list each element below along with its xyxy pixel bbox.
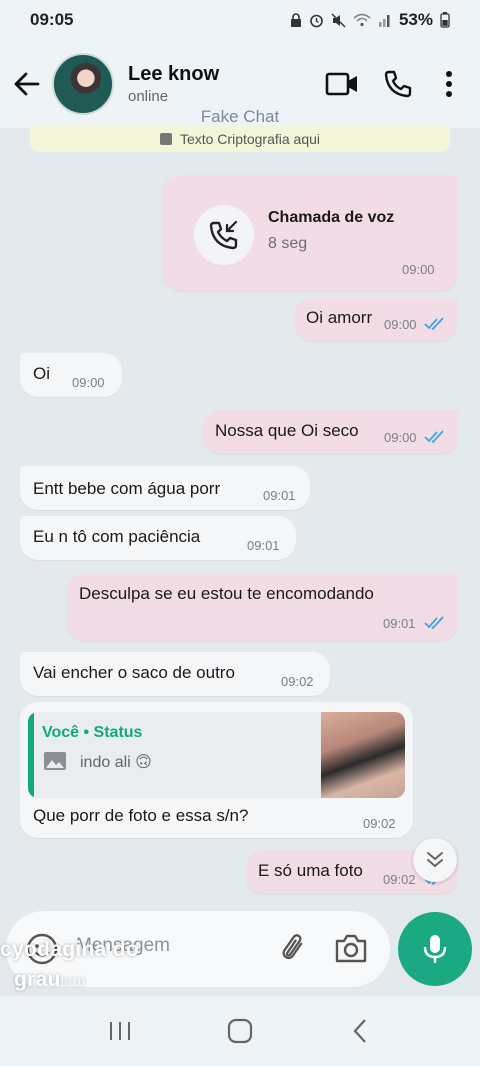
incoming-message[interactable]: Vai encher o saco de outro 09:02	[20, 652, 330, 696]
quoted-status[interactable]: Você • Status indo ali 🙃	[28, 712, 405, 798]
encryption-text: Texto Criptografia aqui	[179, 131, 321, 147]
incoming-message[interactable]: Oi 09:00	[20, 353, 122, 397]
battery-percent: 53%	[398, 10, 433, 29]
home-icon	[227, 1018, 253, 1044]
recents-icon	[110, 1022, 130, 1040]
attach-button[interactable]	[276, 931, 312, 967]
message-time: 09:02	[363, 816, 396, 831]
lock-icon	[290, 13, 301, 27]
message-time: 09:00	[72, 375, 105, 390]
quote-bar	[28, 712, 34, 798]
scroll-to-bottom-button[interactable]	[413, 838, 457, 882]
incoming-message[interactable]: Entt bebe com água porr 09:01	[20, 466, 310, 510]
message-text: Que porr de foto e essa s/n?	[33, 806, 249, 825]
outgoing-message[interactable]: Desculpa se eu estou te encomodando 09:0…	[67, 573, 458, 641]
message-time: 09:00	[384, 317, 417, 332]
message-time: 09:02	[281, 674, 314, 689]
message-text: Oi amorr	[306, 308, 373, 327]
phone-icon	[384, 70, 412, 98]
outgoing-message[interactable]: Nossa que Oi seco 09:00	[203, 410, 458, 454]
paperclip-icon	[282, 934, 303, 960]
incoming-message[interactable]: Eu n tô com paciência 09:01	[20, 516, 296, 560]
chevron-left-icon	[353, 1019, 366, 1043]
message-time: 09:02	[383, 872, 416, 887]
message-text: Entt bebe com água porr	[33, 479, 221, 498]
overlay-line-2: grau8/10	[0, 965, 139, 997]
image-icon	[44, 752, 66, 770]
message-text: Oi	[33, 364, 50, 383]
back-button[interactable]	[2, 59, 52, 109]
contact-info[interactable]: Lee know online	[128, 63, 314, 105]
signal-icon	[378, 15, 390, 27]
fake-chat-watermark: Fake Chat	[200, 107, 280, 126]
message-text: Eu n tô com paciência	[33, 527, 201, 546]
arrow-left-icon	[14, 72, 40, 96]
microphone-icon	[423, 935, 447, 963]
contact-name: Lee know	[128, 63, 220, 85]
call-icon-badge	[194, 205, 254, 265]
message-time: 09:01	[247, 538, 280, 553]
message-time: 09:00	[384, 430, 417, 445]
home-button[interactable]	[215, 1006, 265, 1056]
contact-status: online	[128, 88, 169, 105]
status-photo-thumbnail	[321, 712, 405, 798]
message-time: 09:00	[402, 262, 435, 277]
overlay-line-2-suffix: 8/10	[60, 975, 86, 989]
call-duration: 8 seg	[268, 235, 308, 252]
message-text: E só uma foto	[258, 861, 363, 880]
message-text: Vai encher o saco de outro	[33, 663, 235, 682]
call-title: Chamada de voz	[268, 209, 395, 226]
more-vertical-icon	[446, 71, 452, 97]
overlay-line-2-text: grau	[14, 968, 61, 991]
read-ticks-icon	[424, 317, 444, 331]
system-nav-bar	[0, 996, 480, 1066]
avatar[interactable]	[52, 53, 114, 115]
wifi-icon	[353, 13, 371, 27]
camera-button[interactable]	[332, 931, 370, 967]
status-bar: 09:05 53%	[0, 0, 480, 40]
quote-author: Você • Status	[42, 724, 143, 741]
recents-button[interactable]	[95, 1006, 145, 1056]
incoming-call-icon	[209, 220, 238, 250]
outgoing-message[interactable]: Oi amorr 09:00	[294, 297, 458, 341]
camera-icon	[335, 934, 367, 963]
quote-text: indo ali 🙃	[80, 754, 152, 771]
status-time: 09:05	[30, 10, 74, 29]
mute-icon	[331, 12, 346, 28]
voice-call-message[interactable]: Chamada de voz 8 seg 09:00	[162, 175, 458, 291]
read-ticks-icon	[424, 616, 444, 630]
voice-record-button[interactable]	[398, 912, 472, 986]
lock-icon	[159, 133, 172, 145]
message-text: Nossa que Oi seco	[215, 421, 359, 440]
double-chevron-down-icon	[427, 852, 443, 868]
message-time: 09:01	[383, 616, 416, 631]
video-call-button[interactable]	[314, 56, 370, 112]
message-text: Desculpa se eu estou te encomodando	[79, 584, 374, 603]
status-icons: 53%	[290, 10, 450, 30]
message-time: 09:01	[263, 488, 296, 503]
video-camera-icon	[325, 72, 357, 96]
more-options-button[interactable]	[426, 56, 472, 112]
voice-call-button[interactable]	[370, 56, 426, 112]
alarm-icon	[310, 14, 323, 27]
battery-icon	[440, 12, 450, 28]
encryption-note: Texto Criptografia aqui	[30, 126, 450, 152]
incoming-reply-message[interactable]: Você • Status indo ali 🙃 Que porr de fot…	[20, 702, 413, 838]
overlay-caption: cyodagina do grau8/10	[0, 935, 139, 997]
overlay-line-1: cyodagina do	[0, 938, 139, 961]
read-ticks-icon	[424, 430, 444, 444]
back-nav-button[interactable]	[335, 1006, 385, 1056]
